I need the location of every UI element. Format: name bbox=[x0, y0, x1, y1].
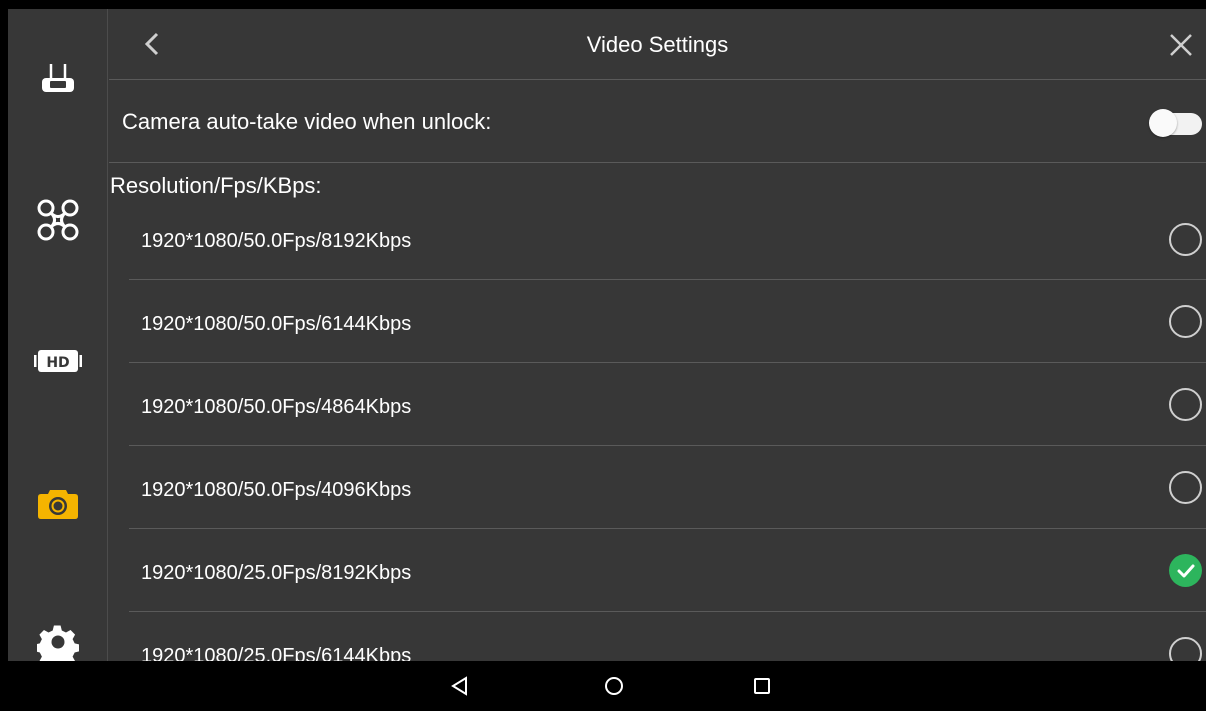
radio-unchecked-icon[interactable] bbox=[1169, 388, 1202, 421]
video-settings-panel: Video Settings Camera auto-take video wh… bbox=[109, 9, 1206, 661]
resolution-option-selected[interactable]: 1920*1080/25.0Fps/8192Kbps bbox=[129, 529, 1206, 612]
settings-gear-icon[interactable] bbox=[34, 618, 82, 661]
nav-back-button[interactable] bbox=[430, 661, 490, 711]
nav-recents-button[interactable] bbox=[732, 661, 792, 711]
checkmark-icon[interactable] bbox=[1169, 554, 1202, 587]
sidebar: HD bbox=[8, 9, 108, 661]
close-button[interactable] bbox=[1164, 28, 1198, 62]
close-icon bbox=[1170, 34, 1192, 56]
android-navigation-bar bbox=[0, 661, 1206, 711]
circle-home-icon bbox=[605, 677, 623, 695]
resolution-option-label: 1920*1080/50.0Fps/4096Kbps bbox=[141, 479, 412, 501]
toggle-knob bbox=[1149, 109, 1177, 137]
remote-controller-icon[interactable] bbox=[34, 55, 82, 103]
svg-text:HD: HD bbox=[46, 355, 69, 371]
hd-icon[interactable]: HD bbox=[34, 337, 82, 385]
app-window: HD Video Settings Camera auto-take video… bbox=[8, 9, 1206, 661]
resolution-option-label: 1920*1080/50.0Fps/8192Kbps bbox=[141, 230, 412, 252]
radio-unchecked-icon[interactable] bbox=[1169, 223, 1202, 256]
radio-unchecked-icon[interactable] bbox=[1169, 305, 1202, 338]
resolution-option-label: 1920*1080/50.0Fps/6144Kbps bbox=[141, 313, 412, 335]
resolution-option[interactable]: 1920*1080/50.0Fps/4096Kbps bbox=[129, 446, 1206, 529]
auto-take-video-toggle[interactable] bbox=[1149, 109, 1202, 137]
resolution-list: 1920*1080/50.0Fps/8192Kbps 1920*1080/50.… bbox=[109, 198, 1206, 661]
page-title: Video Settings bbox=[586, 32, 729, 57]
resolution-option[interactable]: 1920*1080/50.0Fps/6144Kbps bbox=[129, 280, 1206, 363]
nav-home-button[interactable] bbox=[584, 661, 644, 711]
camera-icon[interactable] bbox=[34, 479, 82, 527]
resolution-option-label: 1920*1080/25.0Fps/6144Kbps bbox=[141, 645, 412, 661]
square-recents-icon bbox=[754, 678, 770, 694]
aircraft-icon[interactable] bbox=[34, 196, 82, 244]
resolution-option[interactable]: 1920*1080/50.0Fps/4864Kbps bbox=[129, 363, 1206, 446]
header: Video Settings bbox=[109, 9, 1206, 80]
radio-unchecked-icon[interactable] bbox=[1169, 637, 1202, 661]
triangle-back-icon bbox=[451, 676, 467, 696]
radio-unchecked-icon[interactable] bbox=[1169, 471, 1202, 504]
resolution-option[interactable]: 1920*1080/25.0Fps/6144Kbps bbox=[129, 612, 1206, 661]
resolution-option[interactable]: 1920*1080/50.0Fps/8192Kbps bbox=[129, 198, 1206, 280]
auto-take-video-row: Camera auto-take video when unlock: bbox=[109, 81, 1206, 163]
resolution-option-label: 1920*1080/50.0Fps/4864Kbps bbox=[141, 396, 412, 418]
resolution-option-label: 1920*1080/25.0Fps/8192Kbps bbox=[141, 562, 412, 584]
auto-take-video-label: Camera auto-take video when unlock: bbox=[122, 109, 492, 134]
